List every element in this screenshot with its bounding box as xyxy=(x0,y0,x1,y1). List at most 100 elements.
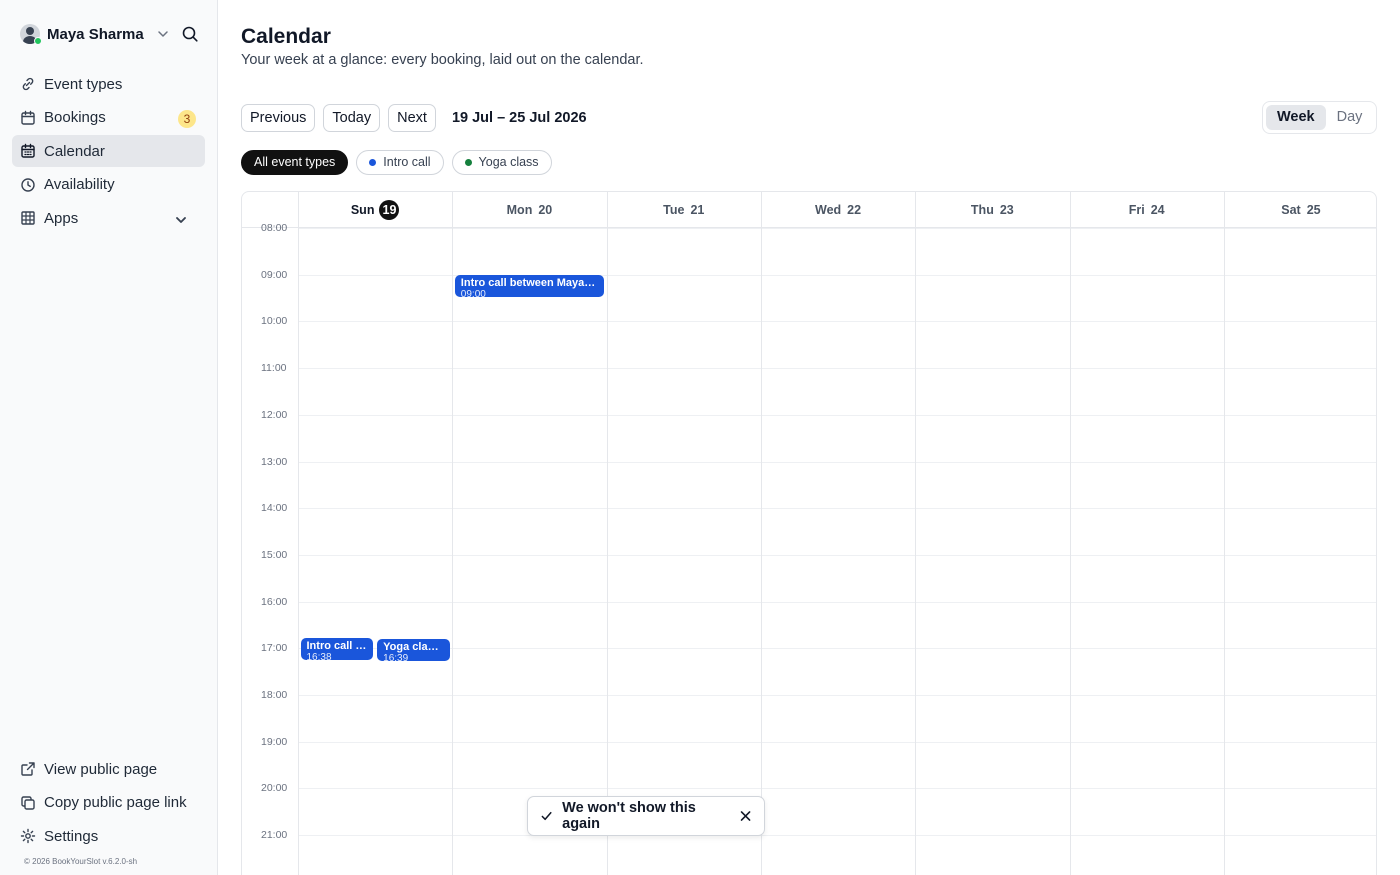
day-column-divider xyxy=(1069,192,1071,875)
toast-text: We won't show this again xyxy=(562,800,696,832)
filter-yoga-class[interactable]: Yoga class xyxy=(451,150,552,175)
sidebar: Maya Sharma Event types Bookings 3 Calen… xyxy=(0,0,218,875)
user-menu[interactable]: Maya Sharma xyxy=(20,22,200,46)
search-icon[interactable] xyxy=(181,25,199,43)
hour-gridline xyxy=(298,695,1376,696)
day-column-divider xyxy=(606,192,608,875)
day-column-divider xyxy=(915,192,917,875)
filter-label: Intro call xyxy=(383,155,431,169)
sidebar-item-label: Calendar xyxy=(44,142,105,160)
event-type-filters: All event types Intro call Yoga class xyxy=(241,150,560,175)
day-number: 25 xyxy=(1306,203,1321,217)
calendar-header: Sun 19 Mon 20 Tue 21 Wed 22 Thu 23 Fri 24 Sat 25 xyxy=(242,192,1376,228)
copy-public-page-link[interactable]: Copy public page link xyxy=(12,787,205,819)
yoga-class-color-dot xyxy=(464,159,472,166)
filter-intro-call[interactable]: Intro call xyxy=(356,150,444,175)
intro-call-color-dot xyxy=(369,159,377,166)
user-name: Maya Sharma xyxy=(47,25,144,43)
sidebar-item-label: View public page xyxy=(44,760,158,778)
day-number: 24 xyxy=(1150,203,1165,217)
hour-gridline xyxy=(298,741,1376,743)
check-icon xyxy=(541,811,552,821)
sidebar-item-apps[interactable]: Apps xyxy=(12,202,205,234)
clock-icon xyxy=(21,177,35,192)
hour-label: 21:00 xyxy=(261,829,288,842)
day-header-sat: Sat 25 xyxy=(1224,192,1376,228)
sidebar-item-label: Event types xyxy=(44,75,123,93)
calendar-grid-icon xyxy=(21,143,35,158)
event-time: 16:39 xyxy=(383,652,409,661)
hour-gridline xyxy=(298,508,1376,510)
next-button[interactable]: Next xyxy=(388,104,436,132)
hour-label: 14:00 xyxy=(261,502,288,515)
day-number: 22 xyxy=(847,203,862,217)
sidebar-item-calendar[interactable]: Calendar xyxy=(12,135,205,167)
sidebar-item-bookings[interactable]: Bookings 3 xyxy=(12,102,205,134)
chevron-down-icon xyxy=(176,217,186,223)
sidebar-item-label: Apps xyxy=(44,209,79,227)
hour-gridline xyxy=(298,835,1376,837)
day-name: Tue xyxy=(663,203,685,217)
hour-label: 16:00 xyxy=(261,595,288,608)
calendar-icon xyxy=(21,110,35,125)
view-week-option[interactable]: Week xyxy=(1266,105,1326,130)
day-column-divider xyxy=(1223,192,1225,875)
hour-label: 11:00 xyxy=(261,362,287,375)
hour-label: 13:00 xyxy=(261,455,288,468)
calendar-event[interactable]: Yoga class between Maya Sharma16:39 xyxy=(377,638,450,661)
view-day-option[interactable]: Day xyxy=(1326,105,1374,130)
calendar-event[interactable]: Intro call between Maya Sharma09:00 xyxy=(454,274,605,297)
filter-all-event-types[interactable]: All event types xyxy=(241,150,349,175)
hour-gridline xyxy=(298,601,1376,603)
filter-label: Yoga class xyxy=(478,155,539,169)
sidebar-item-settings[interactable]: Settings xyxy=(12,820,205,852)
sidebar-item-label: Bookings xyxy=(44,109,106,126)
hour-label: 20:00 xyxy=(261,782,288,795)
day-name: Sat xyxy=(1281,203,1301,217)
sidebar-bottom-nav: View public page Copy public page link S… xyxy=(12,753,205,854)
toast-notification: We won't show this again xyxy=(527,796,765,836)
event-title: Yoga class between Maya Sharma xyxy=(383,640,444,653)
sidebar-item-label: Copy public page link xyxy=(44,794,187,811)
day-name: Thu xyxy=(970,203,994,217)
today-button[interactable]: Today xyxy=(323,104,381,132)
online-status-dot xyxy=(34,37,42,45)
day-name: Mon xyxy=(506,203,533,217)
previous-button[interactable]: Previous xyxy=(241,104,316,132)
day-header-fri: Fri 24 xyxy=(1070,192,1224,228)
day-name: Fri xyxy=(1128,203,1145,217)
day-column-divider xyxy=(452,192,454,875)
hour-gridline xyxy=(298,321,1376,323)
hour-gridline xyxy=(298,461,1376,463)
day-number: 19 xyxy=(379,200,400,220)
link-icon xyxy=(22,77,34,91)
hour-label: 12:00 xyxy=(261,408,288,421)
external-link-icon xyxy=(21,762,35,776)
hour-gridline xyxy=(298,648,1376,650)
hour-label: 09:00 xyxy=(261,268,288,281)
day-number: 23 xyxy=(999,203,1014,217)
week-calendar: Sun 19 Mon 20 Tue 21 Wed 22 Thu 23 Fri 24 Sat 25 08:0… xyxy=(241,191,1377,875)
day-header-tue: Tue 21 xyxy=(607,192,761,228)
day-header-sun: Sun 19 xyxy=(298,192,452,228)
hour-gridline xyxy=(298,368,1376,370)
gear-icon xyxy=(20,828,36,844)
hour-gridline xyxy=(298,554,1376,556)
day-number: 20 xyxy=(538,203,553,217)
event-title: Intro call between Maya Sharma xyxy=(460,276,598,289)
page-subtitle: Your week at a glance: every booking, la… xyxy=(241,52,644,68)
close-icon[interactable] xyxy=(739,809,752,823)
hour-label: 15:00 xyxy=(261,548,288,561)
page-title: Calendar xyxy=(241,25,331,48)
calendar-event[interactable]: Intro call between Maya Sharma16:38 xyxy=(300,638,374,661)
copy-icon xyxy=(21,795,35,810)
sidebar-item-label: Availability xyxy=(44,176,115,193)
sidebar-item-event-types[interactable]: Event types xyxy=(12,68,205,100)
bookings-count-badge: 3 xyxy=(178,109,196,128)
hour-gridline xyxy=(298,228,1376,229)
hour-label: 19:00 xyxy=(261,735,288,748)
sidebar-item-availability[interactable]: Availability xyxy=(12,169,205,201)
view-toggle: Week Day xyxy=(1262,101,1377,134)
day-header-thu: Thu 23 xyxy=(915,192,1069,228)
view-public-page-link[interactable]: View public page xyxy=(12,753,205,785)
